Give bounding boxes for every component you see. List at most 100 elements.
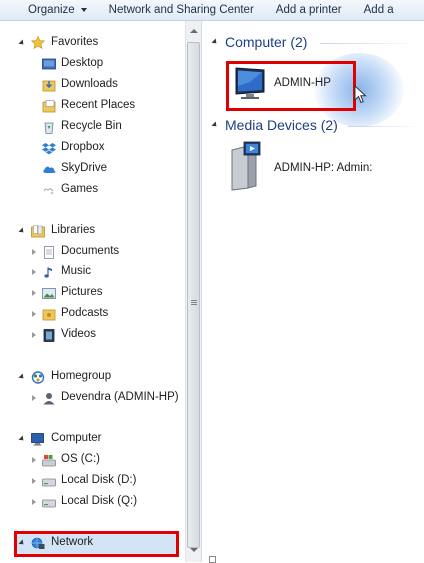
nav-libraries-label: Libraries bbox=[51, 224, 96, 236]
recent-places-icon bbox=[42, 100, 56, 113]
music-icon bbox=[44, 267, 52, 278]
recycle-bin-icon bbox=[44, 122, 54, 134]
disk-drive-icon bbox=[42, 499, 56, 508]
downloads-icon bbox=[42, 80, 56, 92]
os-drive-icon bbox=[42, 455, 56, 467]
media-server-icon bbox=[231, 141, 261, 191]
group-header-label: Computer (2) bbox=[225, 34, 308, 50]
add-printer-label: Add a printer bbox=[275, 4, 342, 16]
add-device-button[interactable]: Add a bbox=[353, 0, 405, 20]
documents-icon bbox=[44, 246, 54, 259]
expand-arrow-icon[interactable] bbox=[32, 395, 36, 401]
scroll-thumb[interactable] bbox=[187, 42, 200, 548]
expand-arrow-icon[interactable] bbox=[18, 39, 26, 47]
nav-favorites-label: Favorites bbox=[51, 36, 99, 48]
nav-item-label: Music bbox=[61, 265, 92, 277]
expand-arrow-icon[interactable] bbox=[18, 227, 26, 235]
nav-item-label: Desktop bbox=[61, 57, 104, 69]
group-header-media-devices[interactable]: Media Devices (2) bbox=[211, 115, 338, 135]
nav-item-label: Local Disk (Q:) bbox=[61, 495, 138, 507]
user-icon bbox=[43, 393, 55, 405]
network-sharing-center-button[interactable]: Network and Sharing Center bbox=[98, 0, 265, 20]
nav-item-label: Dropbox bbox=[61, 141, 105, 153]
nav-item-os-c[interactable]: OS (C:) bbox=[0, 451, 180, 470]
nav-item-label: Local Disk (D:) bbox=[61, 474, 137, 486]
nav-item-recycle-bin[interactable]: Recycle Bin bbox=[0, 118, 180, 137]
expand-arrow-icon[interactable] bbox=[18, 435, 26, 443]
nav-item-local-disk-d[interactable]: Local Disk (D:) bbox=[0, 472, 180, 491]
group-divider bbox=[320, 43, 420, 44]
scroll-up-arrow-icon[interactable] bbox=[190, 29, 198, 33]
expand-arrow-icon[interactable] bbox=[32, 311, 36, 317]
star-icon bbox=[31, 36, 45, 49]
expand-arrow-icon[interactable] bbox=[32, 332, 36, 338]
nav-homegroup[interactable]: Homegroup bbox=[0, 368, 180, 387]
pictures-icon bbox=[42, 288, 56, 299]
nav-item-desktop[interactable]: Desktop bbox=[0, 55, 180, 74]
nav-item-videos[interactable]: Videos bbox=[0, 326, 180, 345]
expand-arrow-icon[interactable] bbox=[32, 457, 36, 463]
expand-arrow-icon[interactable] bbox=[18, 373, 26, 381]
nav-item-documents[interactable]: Documents bbox=[0, 243, 180, 262]
games-icon bbox=[43, 188, 54, 195]
scroll-down-arrow-icon[interactable] bbox=[190, 548, 198, 552]
add-printer-button[interactable]: Add a printer bbox=[265, 0, 353, 20]
expand-arrow-icon[interactable] bbox=[32, 290, 36, 296]
podcasts-icon bbox=[42, 309, 56, 321]
command-bar: Organize Network and Sharing Center Add … bbox=[0, 0, 424, 21]
disk-drive-icon bbox=[42, 478, 56, 487]
nav-item-recent-places[interactable]: Recent Places bbox=[0, 97, 180, 116]
nav-item-label: Games bbox=[61, 183, 99, 195]
dropbox-icon bbox=[42, 143, 56, 155]
nav-favorites[interactable]: Favorites bbox=[0, 34, 180, 53]
nav-item-label: Pictures bbox=[61, 286, 103, 298]
nav-item-label: Recent Places bbox=[61, 99, 136, 111]
libraries-icon bbox=[31, 225, 45, 238]
collapse-arrow-icon[interactable] bbox=[211, 121, 219, 129]
content-pane: Computer (2) ADMIN-HP Media Devices (2) bbox=[202, 21, 424, 562]
nav-item-pictures[interactable]: Pictures bbox=[0, 284, 180, 303]
expand-arrow-icon[interactable] bbox=[32, 269, 36, 275]
nav-scrollbar[interactable] bbox=[185, 21, 202, 562]
nav-item-label: OS (C:) bbox=[61, 453, 100, 465]
collapse-arrow-icon[interactable] bbox=[211, 38, 219, 46]
nav-item-skydrive[interactable]: SkyDrive bbox=[0, 160, 180, 179]
computer-icon bbox=[31, 433, 44, 446]
nav-item-label: Recycle Bin bbox=[61, 120, 122, 132]
nav-item-label: SkyDrive bbox=[61, 162, 108, 174]
nav-item-podcasts[interactable]: Podcasts bbox=[0, 305, 180, 324]
desktop-icon bbox=[42, 58, 56, 70]
network-sharing-center-label: Network and Sharing Center bbox=[108, 4, 254, 16]
nav-computer[interactable]: Computer bbox=[0, 430, 180, 449]
nav-item-local-disk-q[interactable]: Local Disk (Q:) bbox=[0, 493, 180, 512]
nav-item-label: Videos bbox=[61, 328, 96, 340]
videos-icon bbox=[43, 329, 55, 342]
add-device-label: Add a bbox=[363, 4, 394, 16]
nav-item-games[interactable]: Games bbox=[0, 181, 180, 200]
admin-hp-highlight-box bbox=[226, 61, 356, 111]
nav-item-music[interactable]: Music bbox=[0, 263, 180, 282]
nav-item-label: Documents bbox=[61, 245, 120, 257]
nav-item-downloads[interactable]: Downloads bbox=[0, 76, 180, 95]
group-header-computer[interactable]: Computer (2) bbox=[211, 32, 308, 52]
nav-item-devendra[interactable]: Devendra (ADMIN-HP) bbox=[0, 389, 180, 408]
group-divider bbox=[348, 126, 420, 127]
mouse-cursor-icon bbox=[354, 85, 367, 104]
chevron-down-icon bbox=[80, 8, 87, 12]
media-device-label: ADMIN-HP: Admin: bbox=[274, 162, 373, 174]
navigation-pane: Favorites Desktop Downloads Recent Place… bbox=[0, 21, 186, 562]
expand-arrow-icon[interactable] bbox=[32, 499, 36, 505]
network-highlight-box bbox=[14, 531, 179, 557]
nav-computer-label: Computer bbox=[51, 432, 102, 444]
organize-button[interactable]: Organize bbox=[0, 0, 98, 20]
organize-label: Organize bbox=[28, 4, 75, 16]
nav-libraries[interactable]: Libraries bbox=[0, 222, 180, 241]
media-device-tile[interactable]: ADMIN-HP: Admin: bbox=[216, 139, 416, 195]
grip-icon bbox=[191, 300, 197, 301]
nav-item-label: Devendra (ADMIN-HP) bbox=[61, 391, 179, 403]
nav-item-dropbox[interactable]: Dropbox bbox=[0, 139, 180, 158]
nav-item-label: Podcasts bbox=[61, 307, 109, 319]
expand-arrow-icon[interactable] bbox=[32, 478, 36, 484]
skydrive-icon bbox=[43, 166, 56, 173]
expand-arrow-icon[interactable] bbox=[32, 249, 36, 255]
